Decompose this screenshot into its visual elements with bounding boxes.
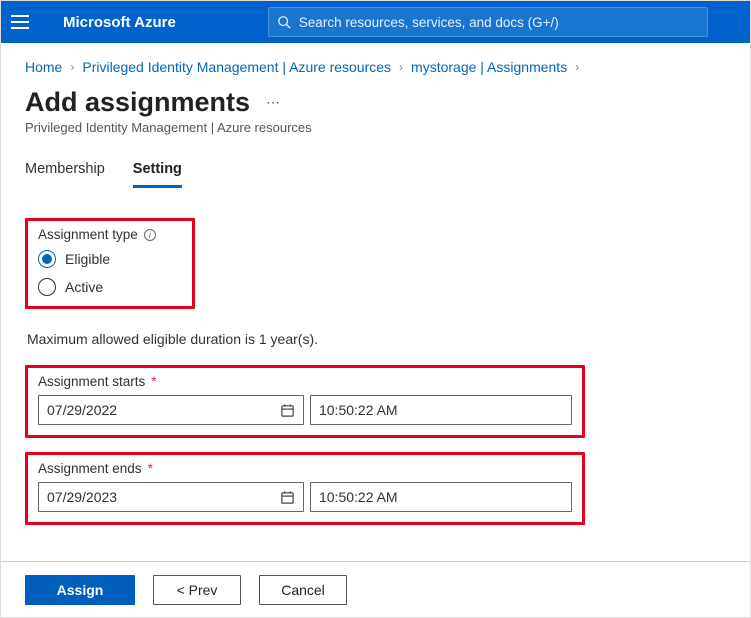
assignment-type-group: Assignment type i Eligible Active [25,218,195,309]
breadcrumb-resource[interactable]: mystorage | Assignments [411,59,567,75]
radio-icon [38,278,56,296]
calendar-icon [280,403,295,418]
radio-active[interactable]: Active [38,278,182,296]
breadcrumb-pim[interactable]: Privileged Identity Management | Azure r… [82,59,391,75]
assignment-starts-group: Assignment starts* 07/29/2022 10:50:22 A… [25,365,585,438]
brand-label: Microsoft Azure [63,14,176,31]
assign-button[interactable]: Assign [25,575,135,605]
radio-icon [38,250,56,268]
menu-icon[interactable] [11,11,33,33]
radio-eligible[interactable]: Eligible [38,250,182,268]
end-time-input[interactable]: 10:50:22 AM [310,482,572,512]
more-actions-icon[interactable]: ⋯ [266,94,281,111]
start-time-input[interactable]: 10:50:22 AM [310,395,572,425]
chevron-right-icon: › [70,60,74,74]
cancel-button[interactable]: Cancel [259,575,347,605]
start-date-input[interactable]: 07/29/2022 [38,395,304,425]
assignment-starts-label: Assignment starts* [38,374,572,389]
chevron-right-icon: › [399,60,403,74]
tabs: Membership Setting [25,157,726,188]
page-content: Home › Privileged Identity Management | … [1,43,750,561]
duration-note: Maximum allowed eligible duration is 1 y… [27,331,726,347]
calendar-icon [280,490,295,505]
chevron-right-icon: › [575,60,579,74]
page-title: Add assignments [25,87,250,118]
top-header: Microsoft Azure Search resources, servic… [1,1,750,43]
assignment-type-label: Assignment type i [38,227,182,242]
page-subtitle: Privileged Identity Management | Azure r… [25,120,726,135]
assignment-ends-group: Assignment ends* 07/29/2023 10:50:22 AM [25,452,585,525]
assignment-ends-label: Assignment ends* [38,461,572,476]
breadcrumb-home[interactable]: Home [25,59,62,75]
tab-setting[interactable]: Setting [133,157,182,188]
search-placeholder: Search resources, services, and docs (G+… [299,15,699,30]
breadcrumb: Home › Privileged Identity Management | … [25,53,726,87]
tab-membership[interactable]: Membership [25,157,105,188]
global-search[interactable]: Search resources, services, and docs (G+… [268,7,708,37]
footer-actions: Assign < Prev Cancel [1,561,750,617]
search-icon [277,15,291,29]
prev-button[interactable]: < Prev [153,575,241,605]
end-date-input[interactable]: 07/29/2023 [38,482,304,512]
info-icon[interactable]: i [144,229,156,241]
